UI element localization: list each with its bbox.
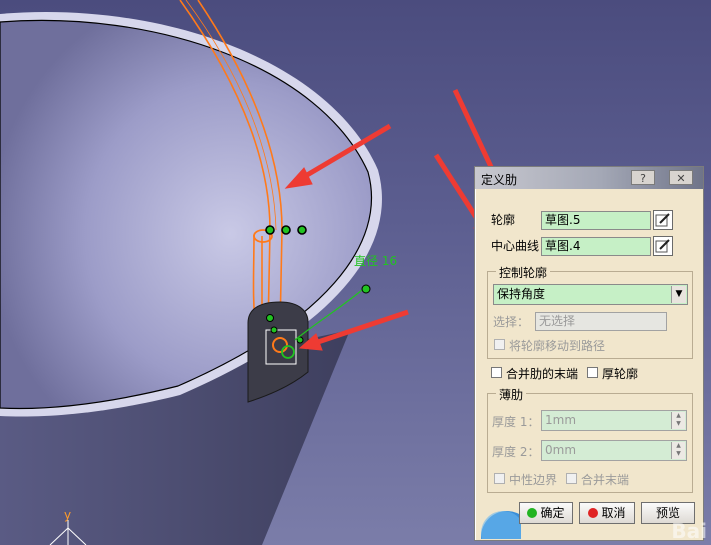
neutral-fiber-checkbox[interactable] [494, 473, 505, 484]
diameter-dot [361, 284, 371, 294]
thickness1-spinner[interactable]: ▲ ▼ [671, 412, 685, 429]
cancel-label: 取消 [601, 506, 626, 520]
watermark: Bai [671, 519, 707, 543]
thickness2-field[interactable]: 0mm ▲ ▼ [541, 440, 687, 461]
control-profile-mode-select[interactable]: 保持角度 ▼ [493, 284, 688, 305]
center-curve-label: 中心曲线 [491, 239, 540, 253]
profile-edit-button[interactable] [653, 210, 673, 230]
thickness1-field[interactable]: 1mm ▲ ▼ [541, 410, 687, 431]
center-curve-field[interactable]: 草图.4 [541, 237, 651, 256]
globe-decoration [481, 511, 521, 539]
thickness2-value: 0mm [545, 443, 577, 457]
center-curve-edit-button[interactable] [653, 236, 673, 256]
thin-rib-group: 薄肋 厚度 1： 1mm ▲ ▼ 厚度 2： 0mm ▲ ▼ 中性边界 合并末端 [487, 386, 693, 493]
thickness1-label: 厚度 1： [492, 415, 540, 429]
selection-field[interactable]: 无选择 [535, 312, 667, 331]
move-profile-checkbox[interactable] [494, 339, 505, 350]
control-profile-group: 控制轮廓 保持角度 ▼ 选择： 无选择 将轮廓移动到路径 [487, 264, 693, 359]
profile-label: 轮廓 [491, 213, 516, 227]
sketch-edit-icon [655, 239, 670, 253]
control-profile-legend: 控制轮廓 [496, 264, 551, 281]
thin-rib-legend: 薄肋 [496, 386, 527, 403]
thickness2-label: 厚度 2： [492, 445, 540, 459]
close-button[interactable]: ✕ [669, 170, 693, 185]
profile-field[interactable]: 草图.5 [541, 211, 651, 230]
compass-y-label: y [64, 508, 71, 522]
merge-ends-label: 合并肋的末端 [506, 367, 579, 381]
ok-button[interactable]: 确定 [519, 502, 573, 524]
cancel-button[interactable]: 取消 [579, 502, 635, 524]
define-rib-dialog: 定义肋 ? ✕ 轮廓 草图.5 中心曲线 草图.4 控制轮廓 保持角度 ▼ 选择… [474, 166, 704, 541]
thick-profile-checkbox[interactable] [587, 367, 598, 378]
thick-profile-label: 厚轮廓 [602, 367, 639, 381]
control-profile-mode-value: 保持角度 [497, 287, 546, 301]
dialog-title: 定义肋 [481, 173, 518, 187]
help-button[interactable]: ? [631, 170, 655, 185]
neutral-fiber-label: 中性边界 [509, 473, 558, 487]
constraint-dots [265, 225, 307, 235]
thin-merge-ends-checkbox[interactable] [566, 473, 577, 484]
thin-merge-ends-label: 合并末端 [581, 473, 630, 487]
move-profile-label: 将轮廓移动到路径 [509, 339, 606, 353]
thickness1-value: 1mm [545, 413, 577, 427]
chevron-down-icon[interactable]: ▼ [671, 286, 686, 303]
merge-ends-checkbox[interactable] [491, 367, 502, 378]
ok-label: 确定 [540, 506, 565, 520]
selection-label: 选择： [493, 315, 530, 329]
cancel-icon [588, 508, 599, 518]
thickness2-spinner[interactable]: ▲ ▼ [671, 442, 685, 459]
diameter-label: 直径 16 [354, 254, 397, 268]
dialog-titlebar[interactable]: 定义肋 ? ✕ [475, 167, 703, 189]
sketch-edit-icon [655, 213, 670, 227]
ok-icon [527, 508, 538, 518]
